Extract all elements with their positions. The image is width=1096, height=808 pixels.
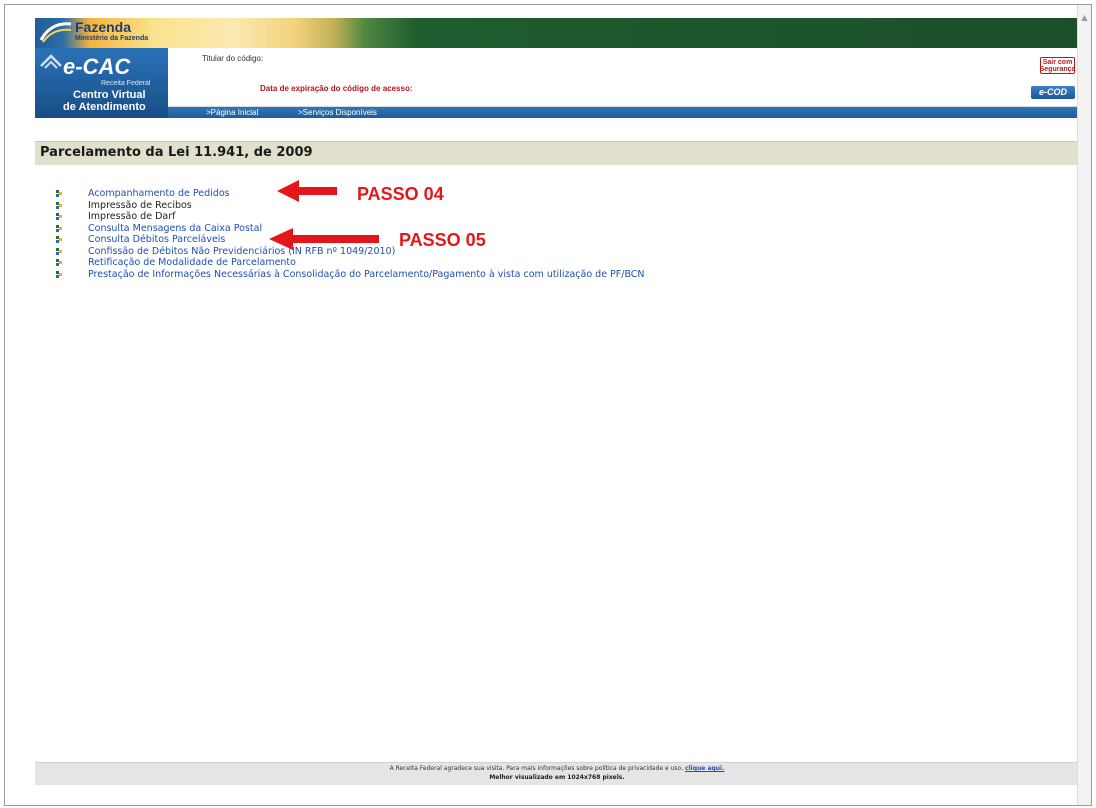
footer-line-2: Melhor visualizado em 1024x768 pixels. bbox=[489, 774, 625, 781]
page-footer: A Receita Federal agradece sua visita. P… bbox=[35, 762, 1079, 785]
footer-line-1: A Receita Federal agradece sua visita. P… bbox=[35, 765, 1079, 772]
logo-title: e-CAC bbox=[63, 54, 131, 79]
ecac-logo[interactable]: e-CAC Receita Federal Centro Virtual de … bbox=[35, 48, 168, 118]
nav-bar: >Página Inicial >Serviços Disponíveis bbox=[168, 107, 1079, 118]
menu-link-label[interactable]: Impressão de Darf bbox=[88, 211, 175, 223]
receita-emblem-icon bbox=[40, 54, 62, 69]
page-title: Parcelamento da Lei 11.941, de 2009 bbox=[40, 145, 313, 160]
menu-link-label[interactable]: Acompanhamento de Pedidos bbox=[88, 188, 230, 200]
footer-link[interactable]: clique aqui. bbox=[685, 765, 724, 772]
menu-link-label[interactable]: Consulta Mensagens da Caixa Postal bbox=[88, 223, 262, 235]
vertical-scrollbar[interactable]: ▲ bbox=[1077, 5, 1091, 805]
ministry-subtitle: Ministério da Fazenda bbox=[75, 35, 149, 42]
red-arrow-icon bbox=[277, 180, 337, 202]
browser-frame: Fazenda Ministério da Fazenda e-CAC Rece… bbox=[4, 4, 1092, 806]
logo-line-2: de Atendimento bbox=[63, 101, 146, 113]
bullet-icon bbox=[56, 236, 62, 243]
sair-com-seguranca-button[interactable]: Sair com Segurança bbox=[1040, 57, 1075, 74]
ministry-title: Fazenda bbox=[75, 19, 132, 35]
logo-org: Receita Federal bbox=[101, 80, 151, 87]
expiracao-label: Data de expiração do código de acesso: bbox=[260, 84, 413, 93]
menu-link-label[interactable]: Retificação de Modalidade de Parcelament… bbox=[88, 257, 296, 269]
bullet-icon bbox=[56, 190, 62, 197]
site-header: Fazenda Ministério da Fazenda e-CAC Rece… bbox=[35, 18, 1079, 118]
passo-04-label: PASSO 04 bbox=[357, 184, 444, 204]
brasil-flag-icon bbox=[39, 22, 72, 43]
logo-line-1: Centro Virtual bbox=[73, 89, 146, 101]
passo-05-label: PASSO 05 bbox=[399, 230, 486, 250]
menu-link-label[interactable]: Prestação de Informações Necessárias à C… bbox=[88, 269, 645, 281]
titular-label: Titular do código: bbox=[202, 54, 264, 63]
nav-pagina-inicial[interactable]: >Página Inicial bbox=[206, 107, 258, 118]
bullet-icon bbox=[56, 201, 62, 209]
bullet-icon bbox=[56, 213, 62, 220]
bullet-icon bbox=[56, 247, 62, 255]
bullet-icon bbox=[56, 270, 62, 278]
user-info-area: Titular do código: Data de expiração do … bbox=[168, 48, 1079, 107]
menu-link-label[interactable]: Consulta Débitos Parceláveis bbox=[88, 234, 225, 246]
menu-link-label[interactable]: Impressão de Recibos bbox=[88, 200, 192, 212]
fazenda-banner: Fazenda Ministério da Fazenda bbox=[35, 18, 1079, 48]
scroll-up-icon[interactable]: ▲ bbox=[1080, 13, 1089, 22]
ecod-button[interactable]: e-COD bbox=[1031, 86, 1075, 99]
bullet-icon bbox=[56, 224, 62, 232]
bullet-icon bbox=[56, 259, 62, 266]
nav-servicos-disponiveis[interactable]: >Serviços Disponíveis bbox=[298, 107, 377, 118]
footer-text: A Receita Federal agradece sua visita. P… bbox=[389, 765, 684, 772]
section-header: Parcelamento da Lei 11.941, de 2009 bbox=[35, 141, 1079, 165]
red-arrow-icon bbox=[269, 228, 379, 250]
